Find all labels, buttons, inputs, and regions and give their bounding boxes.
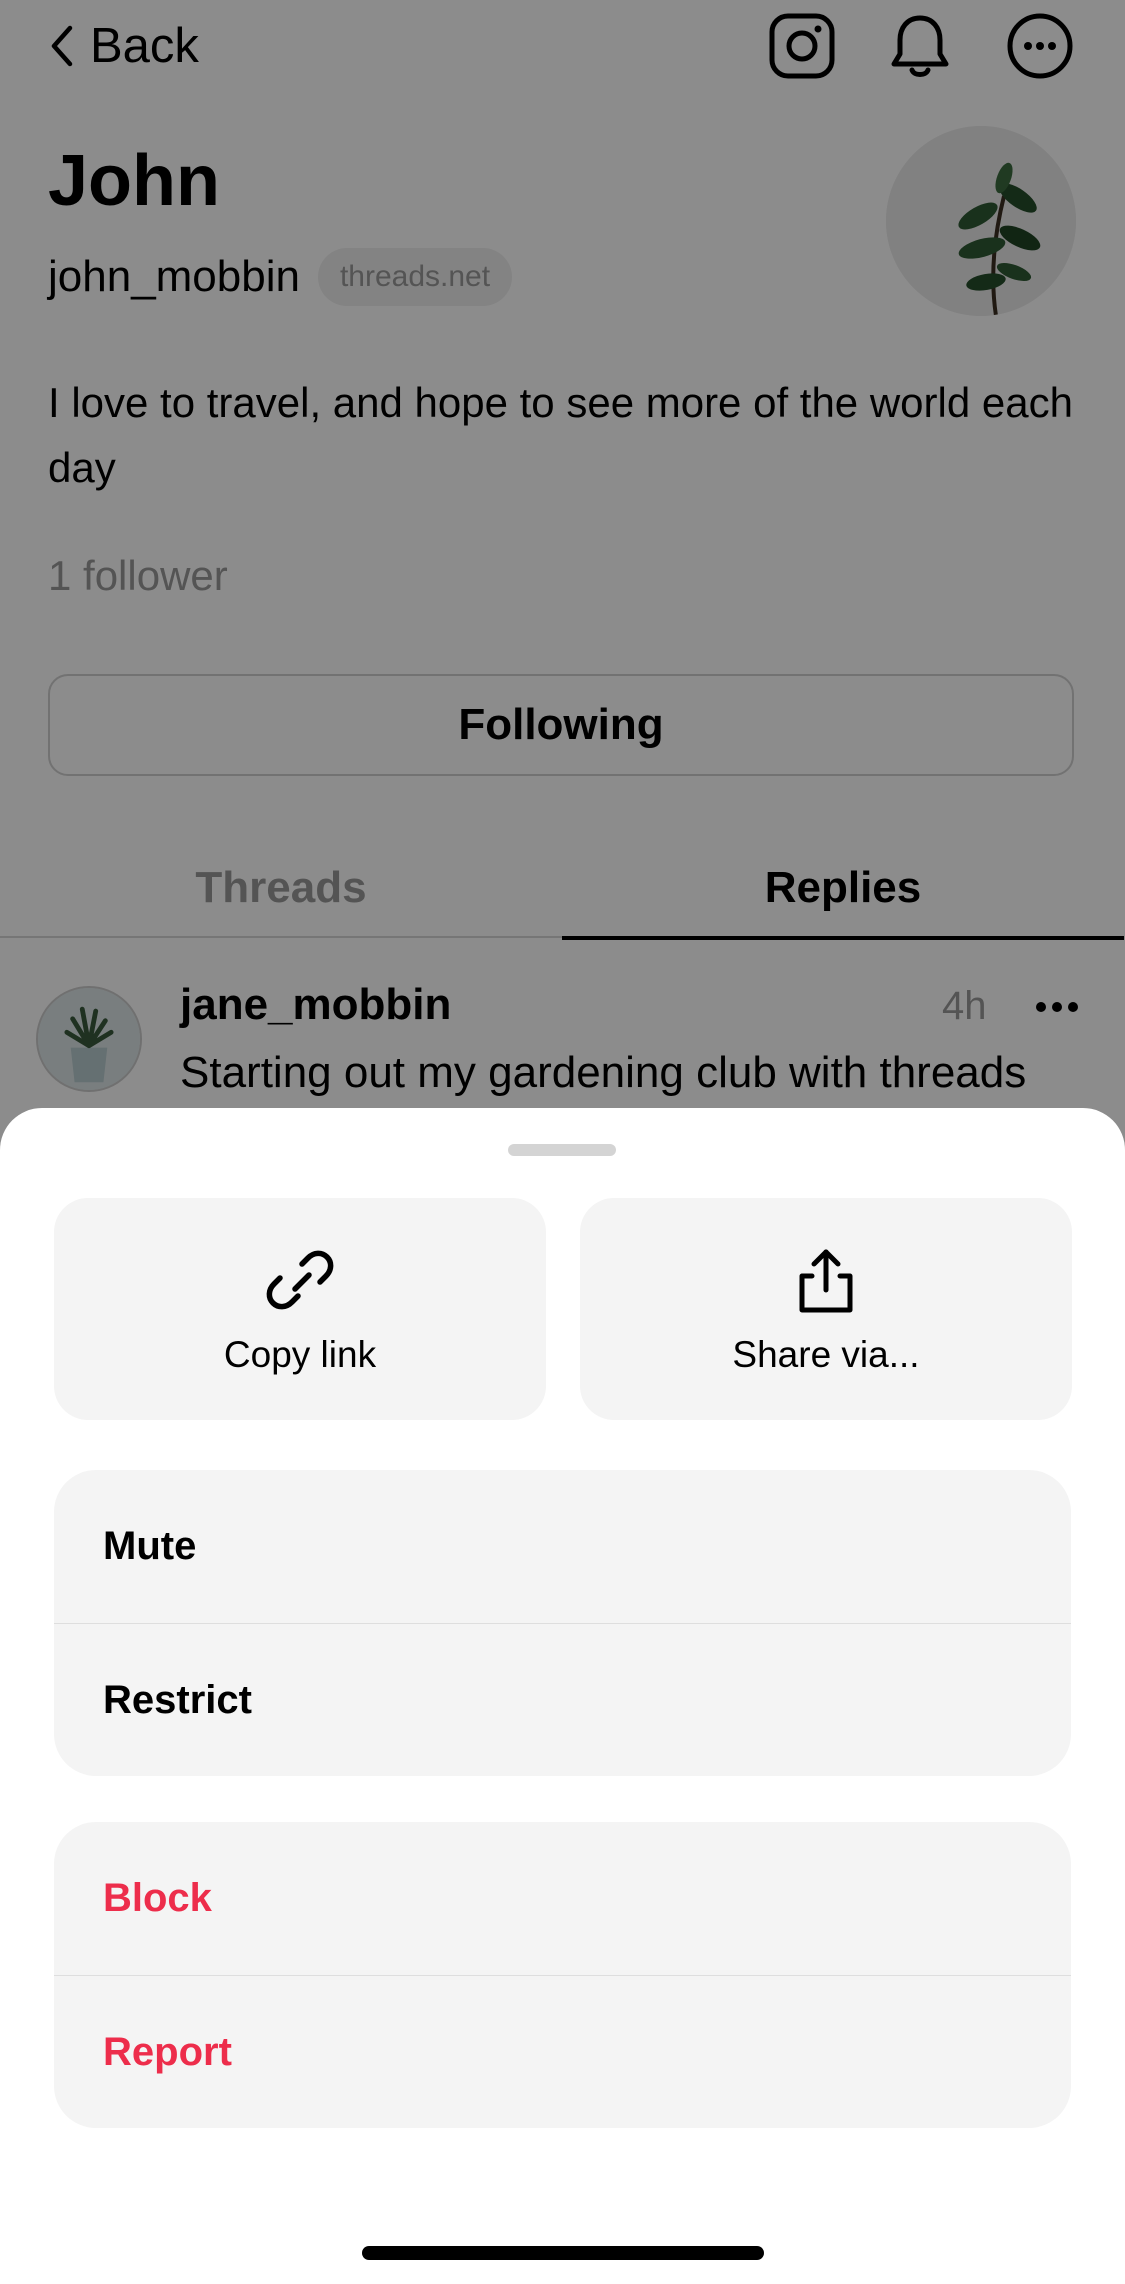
share-icon — [790, 1244, 862, 1316]
report-option[interactable]: Report — [54, 1975, 1071, 2128]
sheet-grabber[interactable] — [508, 1144, 616, 1156]
share-via-label: Share via... — [732, 1334, 920, 1375]
options-group-primary: Mute Restrict — [54, 1470, 1071, 1776]
copy-link-label: Copy link — [223, 1334, 377, 1375]
options-group-danger: Block Report — [54, 1822, 1071, 2128]
link-icon — [264, 1244, 336, 1316]
mute-option[interactable]: Mute — [54, 1470, 1071, 1623]
share-via-button[interactable]: Share via... — [580, 1198, 1072, 1420]
home-indicator[interactable] — [362, 2246, 764, 2260]
restrict-option[interactable]: Restrict — [54, 1623, 1071, 1776]
block-option[interactable]: Block — [54, 1822, 1071, 1975]
copy-link-button[interactable]: Copy link — [54, 1198, 546, 1420]
action-sheet: Copy link Share via... Mute Restrict Blo… — [0, 1108, 1125, 2284]
